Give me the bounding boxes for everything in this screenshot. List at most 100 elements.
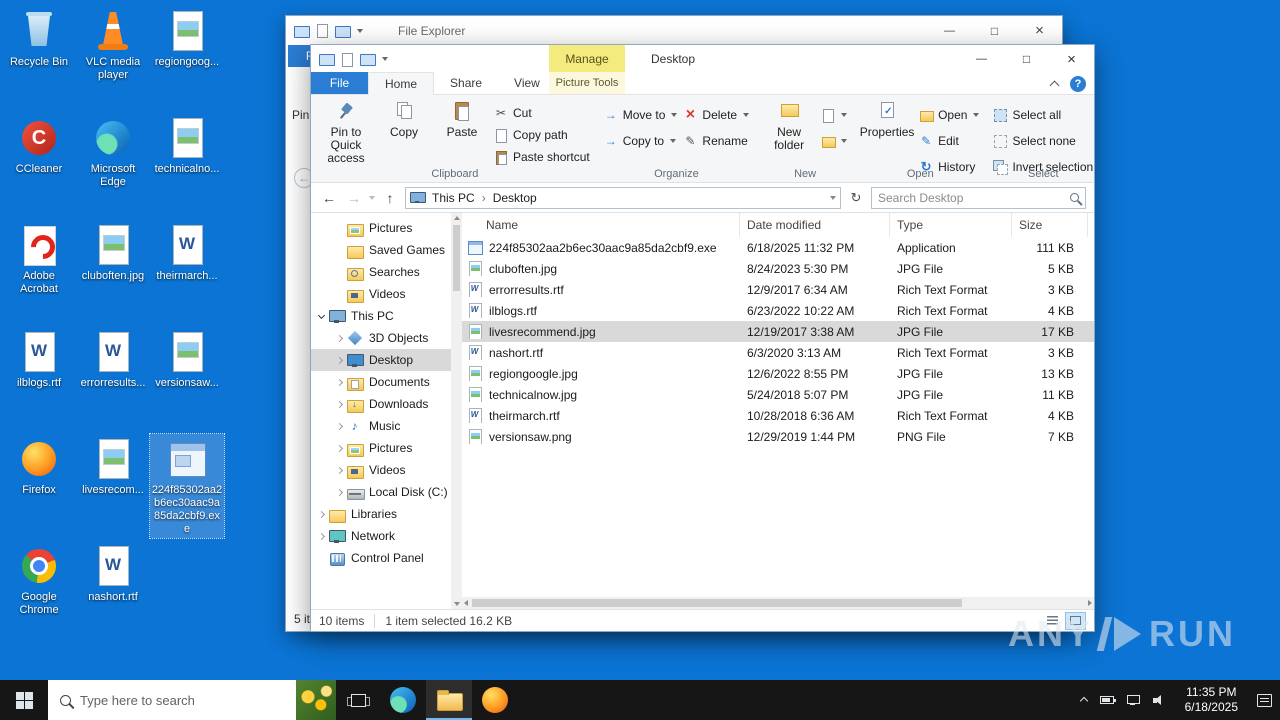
tab-home[interactable]: Home xyxy=(368,72,435,95)
new-folder-button[interactable]: New folder xyxy=(760,99,818,155)
nav-tree-item[interactable]: Downloads xyxy=(311,393,451,415)
start-button[interactable] xyxy=(0,680,48,720)
paste-shortcut-button[interactable]: Paste shortcut xyxy=(491,147,593,167)
back-button[interactable] xyxy=(319,187,339,209)
horizontal-scroll-thumb[interactable] xyxy=(472,599,962,607)
tree-expand-icon[interactable] xyxy=(317,510,326,518)
file-name-cell[interactable]: regiongoogle.jpg xyxy=(462,366,740,381)
nav-tree-item[interactable]: Network xyxy=(311,525,451,547)
file-name-cell[interactable]: errorresults.rtf xyxy=(462,282,740,297)
file-name-cell[interactable]: technicalnow.jpg xyxy=(462,387,740,402)
copy-path-button[interactable]: Copy path xyxy=(491,125,593,145)
desktop-icon[interactable]: Google Chrome xyxy=(2,541,76,638)
column-header-size[interactable]: Size xyxy=(1012,213,1088,237)
file-name-cell[interactable]: 224f85302aa2b6ec30aac9a85da2cbf9.exe xyxy=(462,240,740,255)
file-row[interactable]: regiongoogle.jpg 12/6/2022 8:55 PM JPG F… xyxy=(462,363,1094,384)
scroll-left-icon[interactable] xyxy=(464,600,468,606)
nav-tree-item[interactable]: Videos xyxy=(311,283,451,305)
maximize-button[interactable] xyxy=(1004,45,1049,73)
nav-tree-item[interactable]: Music xyxy=(311,415,451,437)
search-icon[interactable] xyxy=(1070,193,1079,202)
taskbar-search-input[interactable] xyxy=(80,692,287,708)
breadcrumb-separator-icon[interactable] xyxy=(482,191,486,205)
desktop-icon[interactable]: 224f85302aa2b6ec30aac9a85da2cbf9.exe xyxy=(149,433,225,539)
quick-access-customize-caret-icon[interactable] xyxy=(382,57,388,61)
file-row[interactable]: cluboften.jpg 8/24/2023 5:30 PM JPG File… xyxy=(462,258,1094,279)
tree-expand-icon[interactable] xyxy=(317,532,326,540)
search-input[interactable] xyxy=(878,190,1064,205)
file-row[interactable]: nashort.rtf 6/3/2020 3:13 AM Rich Text F… xyxy=(462,342,1094,363)
scroll-right-icon[interactable] xyxy=(1088,600,1092,606)
vertical-scroll-thumb[interactable] xyxy=(453,225,460,291)
tab-share[interactable]: Share xyxy=(434,72,498,94)
back-close-button[interactable] xyxy=(1017,16,1062,45)
scroll-down-icon[interactable] xyxy=(453,602,460,606)
tree-expand-icon[interactable] xyxy=(335,488,344,496)
desktop-icon[interactable]: Microsoft Edge xyxy=(76,113,150,210)
nav-tree-item[interactable]: Documents xyxy=(311,371,451,393)
task-view-button[interactable] xyxy=(336,680,380,720)
rename-button[interactable]: Rename xyxy=(680,131,752,151)
file-name-cell[interactable]: cluboften.jpg xyxy=(462,261,740,276)
desktop-icon[interactable]: technicalno... xyxy=(150,113,224,210)
desktop-icon[interactable]: theirmarch... xyxy=(150,220,224,317)
desktop-icon[interactable]: versionsaw... xyxy=(150,327,224,424)
file-row[interactable]: ilblogs.rtf 6/23/2022 10:22 AM Rich Text… xyxy=(462,300,1094,321)
help-icon[interactable]: ? xyxy=(1070,76,1086,92)
search-highlight-image[interactable] xyxy=(296,680,336,720)
back-maximize-button[interactable] xyxy=(972,16,1017,45)
select-all-button[interactable]: Select all xyxy=(990,105,1096,125)
desktop-icon[interactable]: VLC media player xyxy=(76,6,150,103)
nav-tree-item[interactable]: Videos xyxy=(311,459,451,481)
move-to-button[interactable]: Move to xyxy=(601,105,681,125)
close-button[interactable] xyxy=(1049,45,1094,73)
forward-button[interactable] xyxy=(344,187,364,209)
file-row[interactable]: livesrecommend.jpg 12/19/2017 3:38 AM JP… xyxy=(462,321,1094,342)
address-box[interactable]: This PC Desktop xyxy=(405,186,841,209)
nav-tree-item[interactable]: Pictures xyxy=(311,437,451,459)
quick-access-newfolder-icon[interactable] xyxy=(335,25,351,38)
copy-to-button[interactable]: Copy to xyxy=(601,131,681,151)
desktop-icon[interactable]: Adobe Acrobat xyxy=(2,220,76,317)
search-box[interactable] xyxy=(871,186,1086,209)
address-dropdown-caret-icon[interactable] xyxy=(830,195,836,200)
action-center-icon[interactable] xyxy=(1257,693,1272,707)
file-name-cell[interactable]: versionsaw.png xyxy=(462,429,740,444)
quick-access-newfolder-icon[interactable] xyxy=(360,53,376,66)
volume-icon[interactable] xyxy=(1152,694,1166,706)
file-name-cell[interactable]: theirmarch.rtf xyxy=(462,408,740,423)
desktop-icon[interactable]: Recycle Bin xyxy=(2,6,76,103)
file-name-cell[interactable]: ilblogs.rtf xyxy=(462,303,740,318)
desktop-icon[interactable]: regiongoog... xyxy=(150,6,224,103)
file-name-cell[interactable]: livesrecommend.jpg xyxy=(462,324,740,339)
tab-file[interactable]: File xyxy=(311,72,368,94)
tab-picture-tools[interactable]: Picture Tools xyxy=(549,72,625,94)
nav-tree-item[interactable]: Saved Games xyxy=(311,239,451,261)
refresh-button[interactable] xyxy=(846,187,866,209)
nav-tree-item[interactable]: 3D Objects xyxy=(311,327,451,349)
file-row[interactable]: versionsaw.png 12/29/2019 1:44 PM PNG Fi… xyxy=(462,426,1094,447)
paste-button[interactable]: Paste xyxy=(433,99,491,142)
taskbar-app-file-explorer[interactable] xyxy=(426,680,472,720)
collapse-ribbon-icon[interactable] xyxy=(1049,80,1060,91)
up-button[interactable] xyxy=(380,187,400,209)
nav-tree-item[interactable]: Desktop xyxy=(311,349,451,371)
quick-access-customize-caret-icon[interactable] xyxy=(357,28,363,33)
nav-tree-item[interactable]: Local Disk (C:) xyxy=(311,481,451,503)
open-button[interactable]: Open xyxy=(916,105,982,125)
tree-expand-icon[interactable] xyxy=(335,378,344,386)
column-header-date-modified[interactable]: Date modified xyxy=(740,213,890,237)
nav-tree-item[interactable]: Pictures xyxy=(311,217,451,239)
tree-expand-icon[interactable] xyxy=(335,400,344,408)
network-icon[interactable] xyxy=(1126,695,1140,705)
tree-expand-icon[interactable] xyxy=(317,311,326,319)
desktop-icon[interactable]: errorresults... xyxy=(76,327,150,424)
tab-view[interactable]: View xyxy=(498,72,556,94)
tree-expand-icon[interactable] xyxy=(335,334,344,342)
copy-button[interactable]: Copy xyxy=(375,99,433,142)
select-none-button[interactable]: Select none xyxy=(990,131,1096,151)
breadcrumb-desktop[interactable]: Desktop xyxy=(491,191,539,205)
tree-expand-icon[interactable] xyxy=(335,466,344,474)
nav-tree-item[interactable]: Libraries xyxy=(311,503,451,525)
scroll-up-icon[interactable] xyxy=(453,216,460,220)
